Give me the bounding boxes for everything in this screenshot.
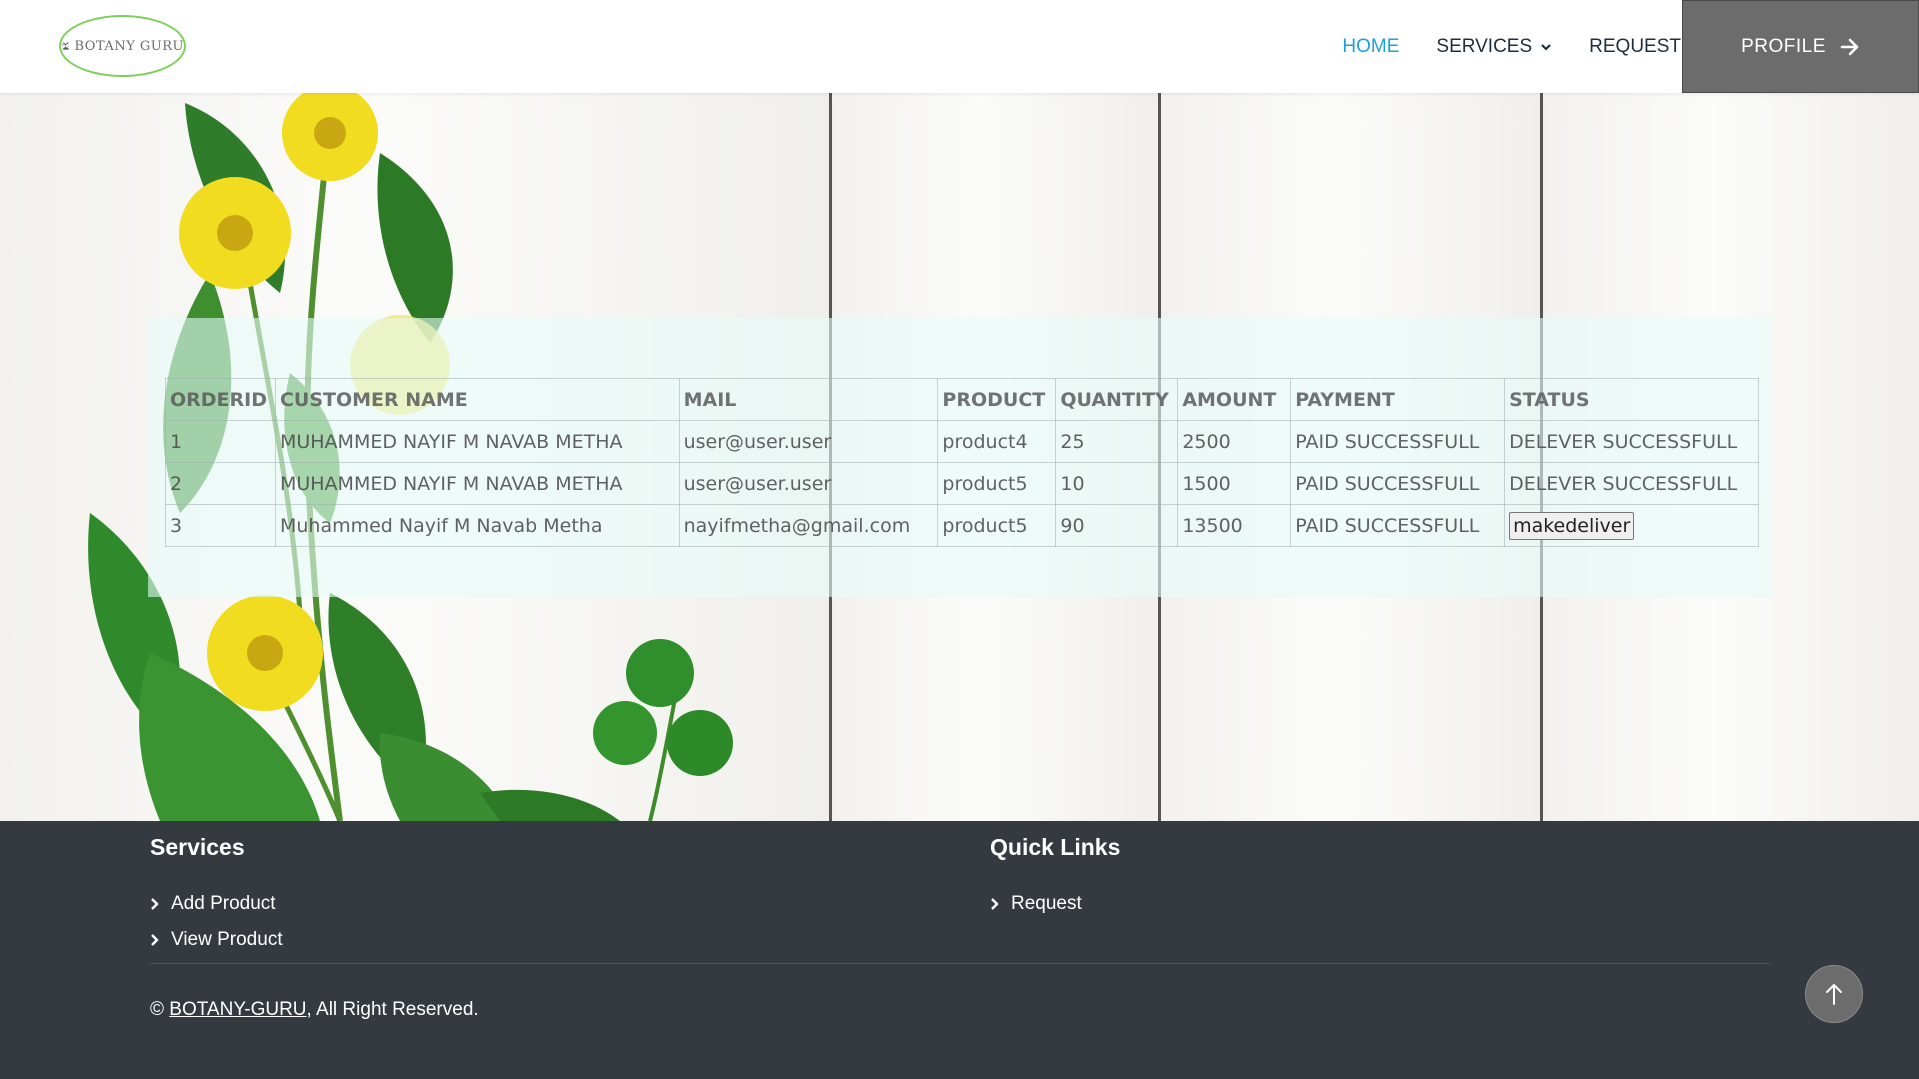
cell-customer-name: MUHAMMED NAYIF M NAVAB METHA	[274, 420, 680, 463]
profile-label: PROFILE	[1741, 35, 1826, 57]
col-header-mail: MAIL	[678, 378, 939, 421]
copyright-text: , All Right Reserved.	[306, 999, 479, 1020]
profile-button[interactable]: PROFILE	[1682, 0, 1919, 93]
cell-amount: 2500	[1177, 420, 1292, 463]
table-row: 1 MUHAMMED NAYIF M NAVAB METHA user@user…	[165, 420, 1759, 463]
cell-mail: user@user.user	[678, 420, 939, 463]
cell-product: product5	[937, 462, 1057, 505]
footer-link-view-product[interactable]: View Product	[150, 929, 283, 951]
back-to-top-button[interactable]	[1805, 965, 1863, 1023]
orders-panel: ORDERID CUSTOMER NAME MAIL PRODUCT QUANT…	[148, 318, 1772, 597]
arrow-up-icon	[1826, 984, 1842, 1005]
copyright: © BOTANY-GURU, All Right Reserved.	[150, 999, 479, 1021]
col-header-amount: AMOUNT	[1177, 378, 1292, 421]
footer-link-request[interactable]: Request	[990, 893, 1082, 915]
col-header-customer-name: CUSTOMER NAME	[274, 378, 680, 421]
cell-quantity: 10	[1055, 462, 1179, 505]
footer-link-label: Add Product	[171, 893, 276, 914]
cell-orderid: 2	[165, 462, 276, 505]
footer-quick-links-title: Quick Links	[990, 834, 1121, 860]
footer-link-add-product[interactable]: Add Product	[150, 893, 276, 915]
cell-mail: nayifmetha@gmail.com	[678, 504, 939, 547]
cell-quantity: 25	[1055, 420, 1179, 463]
arrow-right-icon	[1840, 38, 1859, 55]
footer-link-label: View Product	[171, 929, 283, 950]
table-header-row: ORDERID CUSTOMER NAME MAIL PRODUCT QUANT…	[165, 378, 1759, 421]
cell-status: makedeliver	[1504, 504, 1759, 547]
chevron-right-icon	[991, 898, 999, 910]
table-row: 3 Muhammed Nayif M Navab Metha nayifmeth…	[165, 504, 1759, 547]
cell-payment: PAID SUCCESSFULL	[1290, 504, 1506, 547]
col-header-status: STATUS	[1504, 378, 1759, 421]
chevron-down-icon	[1541, 43, 1551, 51]
cell-orderid: 1	[165, 420, 276, 463]
chevron-right-icon	[151, 934, 159, 946]
make-deliver-button[interactable]: makedeliver	[1509, 511, 1635, 540]
footer: Services Add Product View Product Quick …	[0, 821, 1919, 1079]
footer-divider	[150, 963, 1770, 964]
footer-link-label: Request	[1011, 893, 1082, 914]
nav-home[interactable]: HOME	[1342, 36, 1399, 58]
cell-amount: 1500	[1177, 462, 1292, 505]
plant-logo-icon	[61, 42, 70, 50]
brand-name: BOTANY GURU	[74, 38, 184, 54]
cell-mail: user@user.user	[678, 462, 939, 505]
cell-status: DELEVER SUCCESSFULL	[1504, 462, 1759, 505]
col-header-product: PRODUCT	[937, 378, 1057, 421]
footer-services-title: Services	[150, 834, 245, 860]
navbar: BOTANY GURU HOME SERVICES REQUEST PROFIL…	[0, 0, 1919, 93]
cell-customer-name: MUHAMMED NAYIF M NAVAB METHA	[274, 462, 680, 505]
cell-product: product4	[937, 420, 1057, 463]
cell-payment: PAID SUCCESSFULL	[1290, 462, 1506, 505]
cell-product: product5	[937, 504, 1057, 547]
nav-services-label: SERVICES	[1436, 35, 1533, 57]
table-row: 2 MUHAMMED NAYIF M NAVAB METHA user@user…	[165, 462, 1759, 505]
cell-orderid: 3	[165, 504, 276, 547]
brand-logo[interactable]: BOTANY GURU	[59, 15, 186, 77]
col-header-orderid: ORDERID	[165, 378, 276, 421]
nav-services-dropdown[interactable]: SERVICES	[1436, 36, 1552, 58]
col-header-payment: PAYMENT	[1290, 378, 1506, 421]
col-header-quantity: QUANTITY	[1055, 378, 1179, 421]
cell-customer-name: Muhammed Nayif M Navab Metha	[274, 504, 680, 547]
orders-table: ORDERID CUSTOMER NAME MAIL PRODUCT QUANT…	[165, 378, 1759, 547]
nav-request[interactable]: REQUEST	[1589, 36, 1681, 58]
copyright-symbol: ©	[150, 999, 164, 1020]
main-nav: HOME SERVICES REQUEST	[1305, 0, 1681, 93]
copyright-brand-link[interactable]: BOTANY-GURU	[169, 999, 306, 1020]
cell-amount: 13500	[1177, 504, 1292, 547]
cell-quantity: 90	[1055, 504, 1179, 547]
chevron-right-icon	[151, 898, 159, 910]
cell-payment: PAID SUCCESSFULL	[1290, 420, 1506, 463]
cell-status: DELEVER SUCCESSFULL	[1504, 420, 1759, 463]
